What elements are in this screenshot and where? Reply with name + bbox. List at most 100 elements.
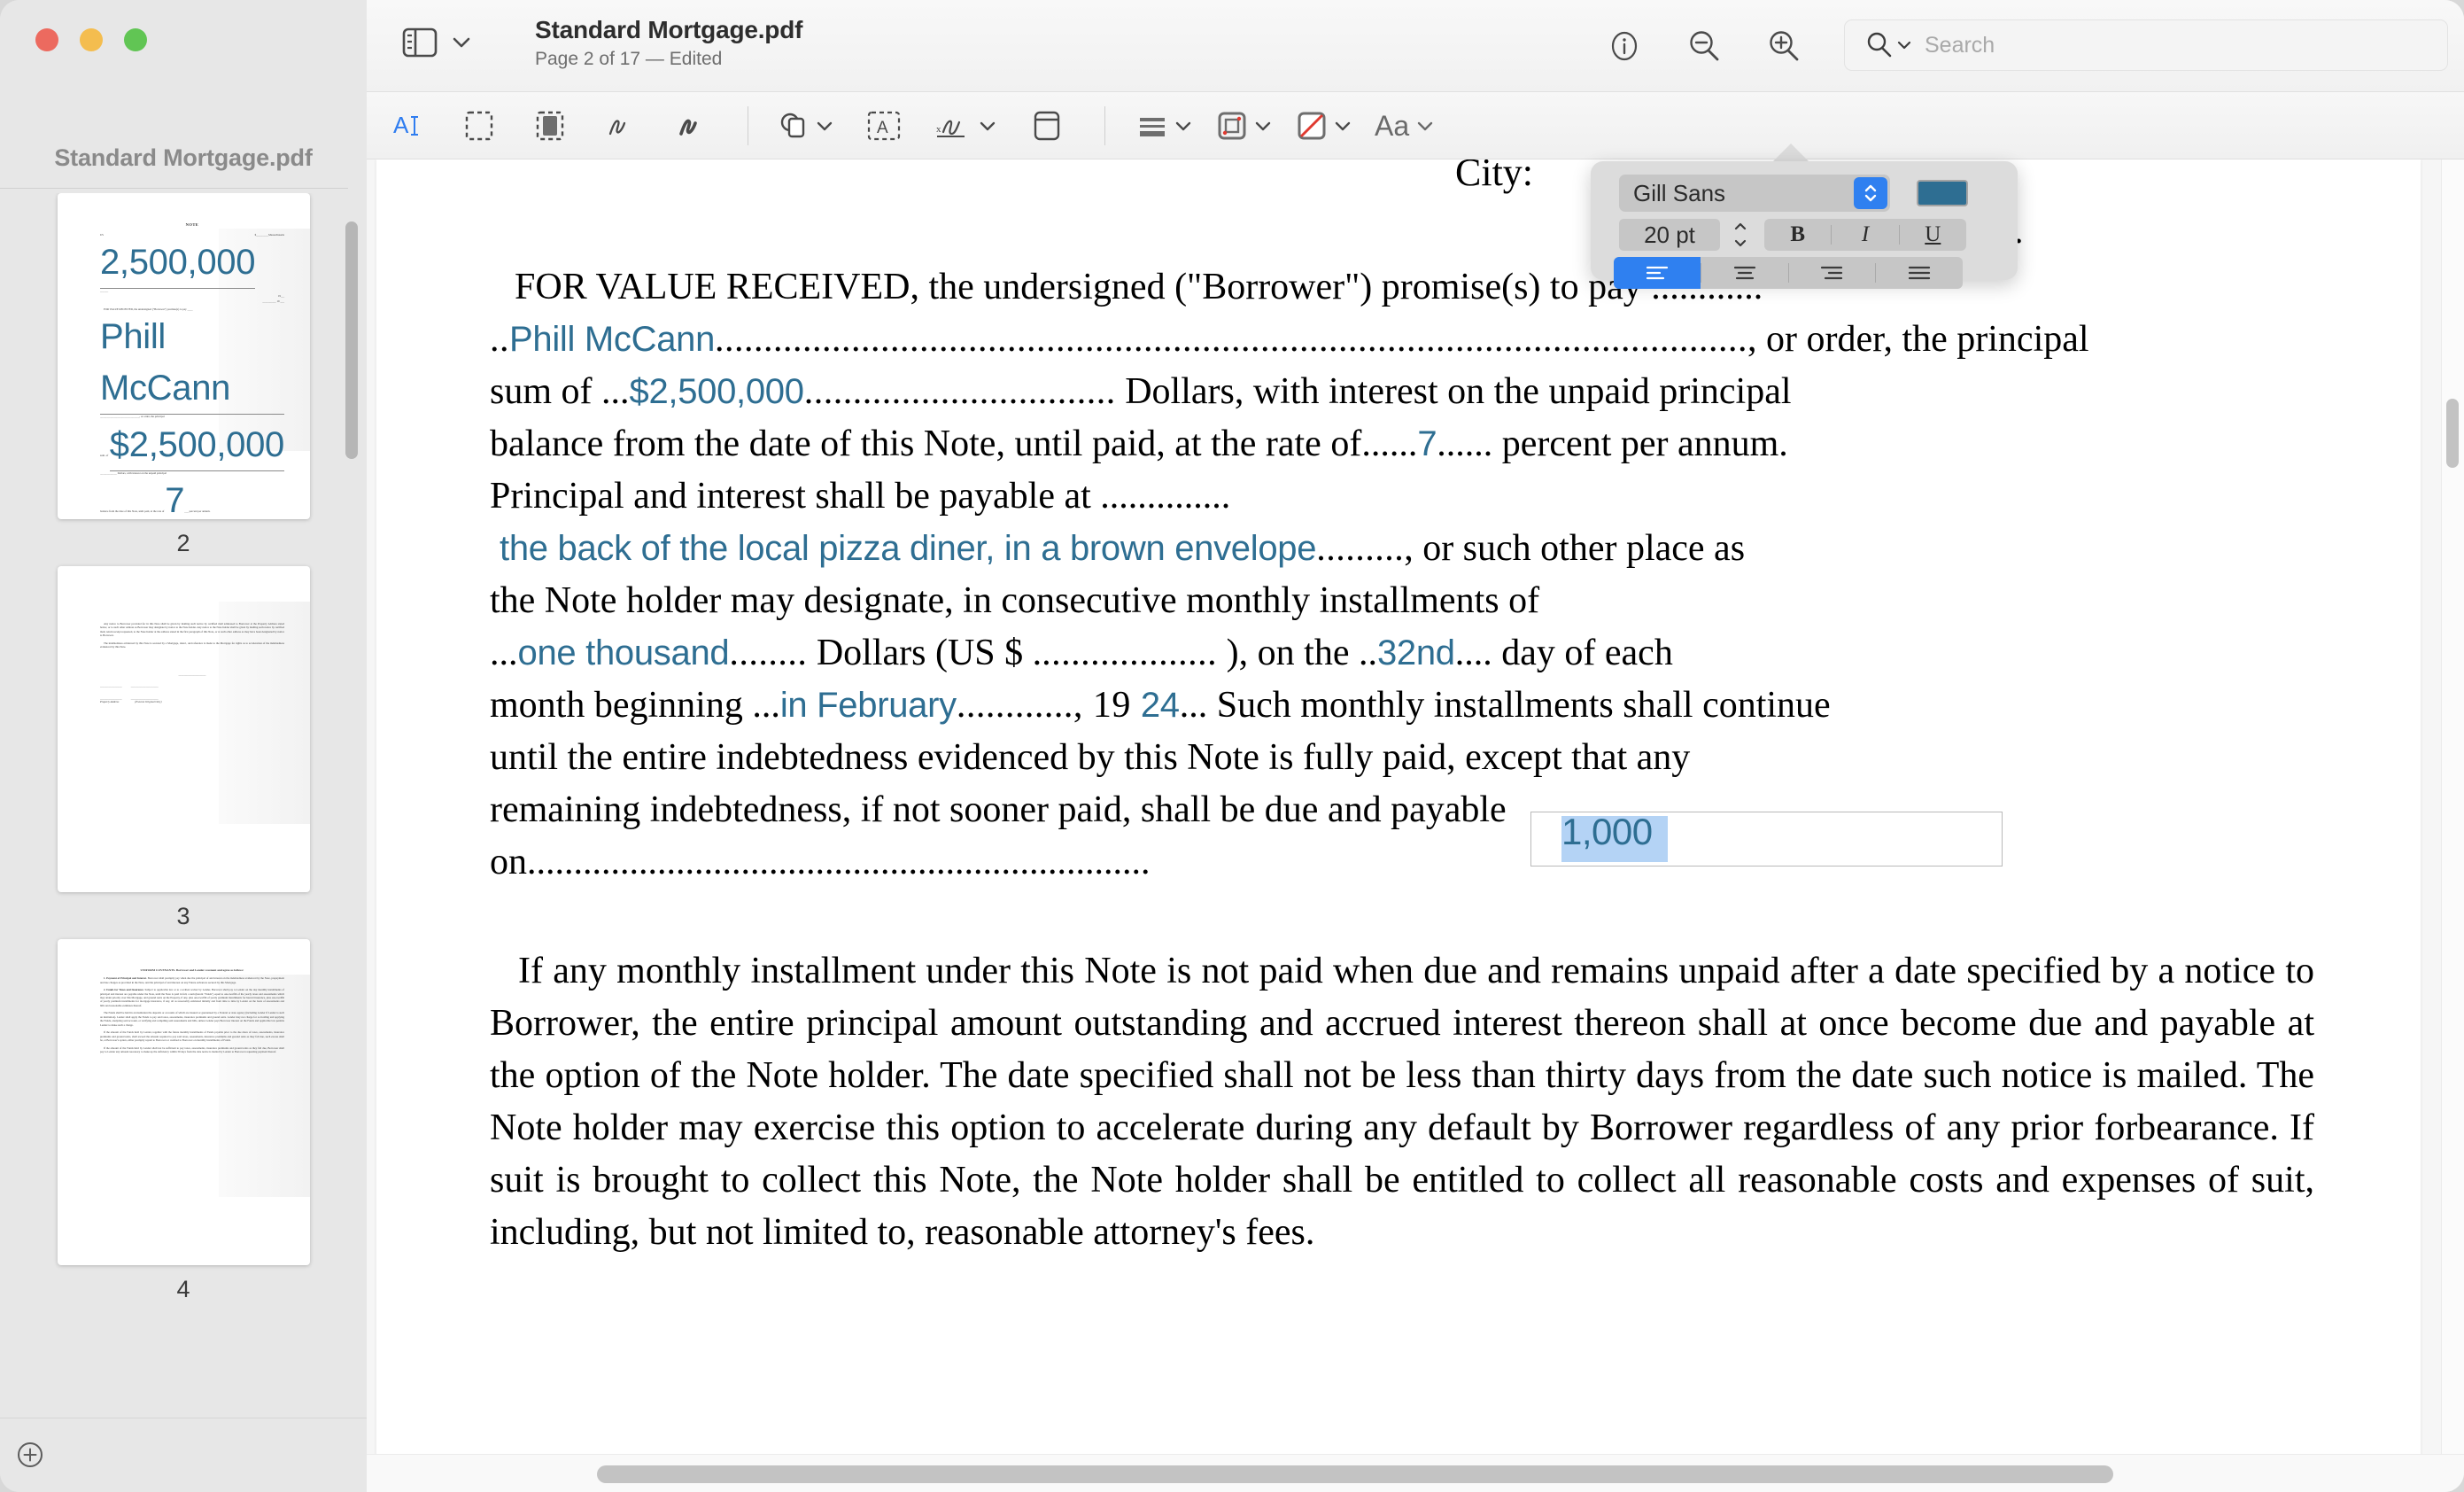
sketch-tool[interactable] [593, 98, 648, 153]
horizontal-scrollbar[interactable] [367, 1454, 2464, 1492]
instant-alpha-tool[interactable] [523, 98, 577, 153]
search-input[interactable]: Search [1844, 19, 2448, 71]
font-family-select[interactable]: Gill Sans [1619, 175, 1890, 212]
document-text[interactable]: City: .........., 19 ...... FOR VALUE RE… [490, 159, 2314, 1259]
vertical-scrollbar-thumb[interactable] [2446, 399, 2459, 468]
thumbnail-item-page-3[interactable]: Any notice to Borrower provided for in t… [0, 566, 367, 930]
text-box-tool[interactable]: A [856, 98, 911, 153]
sidebar-icon [402, 27, 438, 58]
shape-style-icon [1218, 112, 1246, 140]
align-right-button[interactable] [1789, 257, 1876, 289]
filled-dashed-rectangle-icon [536, 111, 564, 141]
page-scroll-area[interactable]: City: .........., 19 ...... FOR VALUE RE… [367, 159, 2464, 1454]
svg-text:A: A [393, 112, 409, 138]
font-size-row: 20 pt B I U [1619, 219, 1966, 251]
selected-annotation-text: 1,000 [1561, 811, 1653, 852]
paragraph-2[interactable]: If any monthly installment under this No… [490, 945, 2314, 1259]
line-style-tool[interactable] [1135, 110, 1192, 142]
paragraph-1[interactable]: FOR VALUE RECEIVED, the undersigned ("Bo… [490, 261, 2314, 889]
note-icon [1034, 111, 1060, 141]
stepper-up-icon [1734, 222, 1747, 230]
thumbnail-list[interactable]: NOTE US $2,500,000______ _________Massac… [0, 193, 367, 1434]
text-box-a-icon: A [867, 111, 901, 141]
text-color-swatch[interactable] [1917, 180, 1968, 206]
line-style-icon [1140, 118, 1165, 136]
maximize-button[interactable] [124, 28, 147, 51]
thumbnail-page-number: 3 [176, 903, 190, 929]
chevron-down-icon [1335, 121, 1351, 131]
thumbnail-item-page-2[interactable]: NOTE US $2,500,000______ _________Massac… [0, 193, 367, 557]
vertical-scrollbar[interactable] [2441, 159, 2464, 1454]
ink-principal-sum: $2,500,000 [629, 372, 805, 411]
horizontal-scrollbar-thumb[interactable] [597, 1465, 2113, 1483]
sidebar-scrollbar[interactable] [345, 221, 358, 459]
preview-window: Standard Mortgage.pdf NOTE US $2,500,000… [0, 0, 2464, 1492]
info-icon [1611, 31, 1638, 61]
draw-tool[interactable] [664, 98, 719, 153]
align-justify-button[interactable] [1876, 257, 1963, 289]
main-toolbar: Standard Mortgage.pdf Page 2 of 17 — Edi… [367, 0, 2464, 92]
thumbnail-item-page-4[interactable]: UNIFORM COVENANTS. Borrower and Lender c… [0, 939, 367, 1303]
underline-button[interactable]: U [1900, 222, 1966, 247]
main-area: Standard Mortgage.pdf Page 2 of 17 — Edi… [367, 0, 2464, 1492]
ink-borrower-name: Phill McCann [509, 320, 716, 359]
signature-tool[interactable]: x [934, 109, 996, 143]
align-center-button[interactable] [1701, 257, 1788, 289]
city-label: City: [1455, 159, 1534, 194]
up-down-stepper-icon [1864, 184, 1877, 202]
zoom-out-icon [1690, 31, 1719, 61]
font-family-row: Gill Sans [1619, 175, 1968, 212]
close-button[interactable] [35, 28, 58, 51]
sidebar-document-title: Standard Mortgage.pdf [54, 144, 313, 171]
italic-button[interactable]: I [1832, 222, 1898, 247]
ink-installment-words: one thousand [517, 633, 730, 672]
align-left-button[interactable] [1614, 257, 1701, 289]
shapes-icon [780, 113, 805, 138]
fill-color-tool[interactable] [1295, 110, 1352, 142]
add-page-icon[interactable] [16, 1441, 44, 1469]
text-selection-tool[interactable]: A [381, 98, 436, 153]
zoom-in-button[interactable] [1757, 19, 1810, 73]
toolbar-divider [1104, 106, 1105, 145]
bold-button[interactable]: B [1764, 222, 1831, 247]
font-family-value: Gill Sans [1633, 179, 1726, 206]
align-left-icon [1646, 266, 1668, 280]
ink-interest-rate: 7 [1417, 424, 1437, 463]
svg-text:x: x [936, 124, 941, 135]
window-traffic-lights [35, 28, 147, 51]
thumbnail-page-number: 2 [176, 530, 190, 556]
info-button[interactable] [1598, 19, 1651, 73]
font-style-tool[interactable]: Aa [1375, 110, 1434, 143]
zoom-out-button[interactable] [1678, 19, 1731, 73]
stepper-down-icon [1734, 239, 1747, 247]
popover-arrow [1771, 144, 1810, 163]
pdf-page[interactable]: City: .........., 19 ...... FOR VALUE RE… [376, 159, 2421, 1454]
minimize-button[interactable] [80, 28, 103, 51]
shapes-tool[interactable] [777, 108, 833, 144]
thumbnail-page-4-content: UNIFORM COVENANTS. Borrower and Lender c… [99, 968, 284, 1054]
ink-day-of-month: 32nd [1376, 633, 1455, 672]
thumbnail-page-2-content: NOTE US $2,500,000______ _________Massac… [99, 222, 284, 519]
font-style-popover: Gill Sans 20 pt B I U [1591, 161, 2018, 289]
thumbnail-page-number: 4 [176, 1276, 190, 1302]
thumbnail-page-2[interactable]: NOTE US $2,500,000______ _________Massac… [57, 193, 310, 519]
font-style-label: Aa [1375, 109, 1410, 142]
rectangular-selection-tool[interactable] [452, 98, 507, 153]
chevron-down-icon [1417, 121, 1433, 131]
thumbnail-page-4[interactable]: UNIFORM COVENANTS. Borrower and Lender c… [57, 939, 310, 1265]
font-size-field[interactable]: 20 pt [1619, 219, 1720, 251]
thumbnail-sidebar: Standard Mortgage.pdf NOTE US $2,500,000… [0, 0, 367, 1492]
font-family-stepper[interactable] [1854, 177, 1887, 209]
ink-payment-place: the back of the local pizza diner, in a … [500, 529, 1317, 568]
align-right-icon [1821, 266, 1843, 280]
search-icon [1867, 32, 1892, 58]
document-subtitle: Page 2 of 17 — Edited [535, 49, 723, 69]
font-size-stepper[interactable] [1731, 220, 1750, 250]
svg-text:A: A [877, 119, 888, 137]
sidebar-toggle-button[interactable] [402, 25, 471, 60]
note-tool[interactable] [1019, 98, 1074, 153]
dashed-rectangle-icon [465, 111, 493, 141]
thumbnail-page-3[interactable]: Any notice to Borrower provided for in t… [57, 566, 310, 892]
align-center-icon [1733, 266, 1755, 280]
shape-style-tool[interactable] [1215, 109, 1272, 143]
